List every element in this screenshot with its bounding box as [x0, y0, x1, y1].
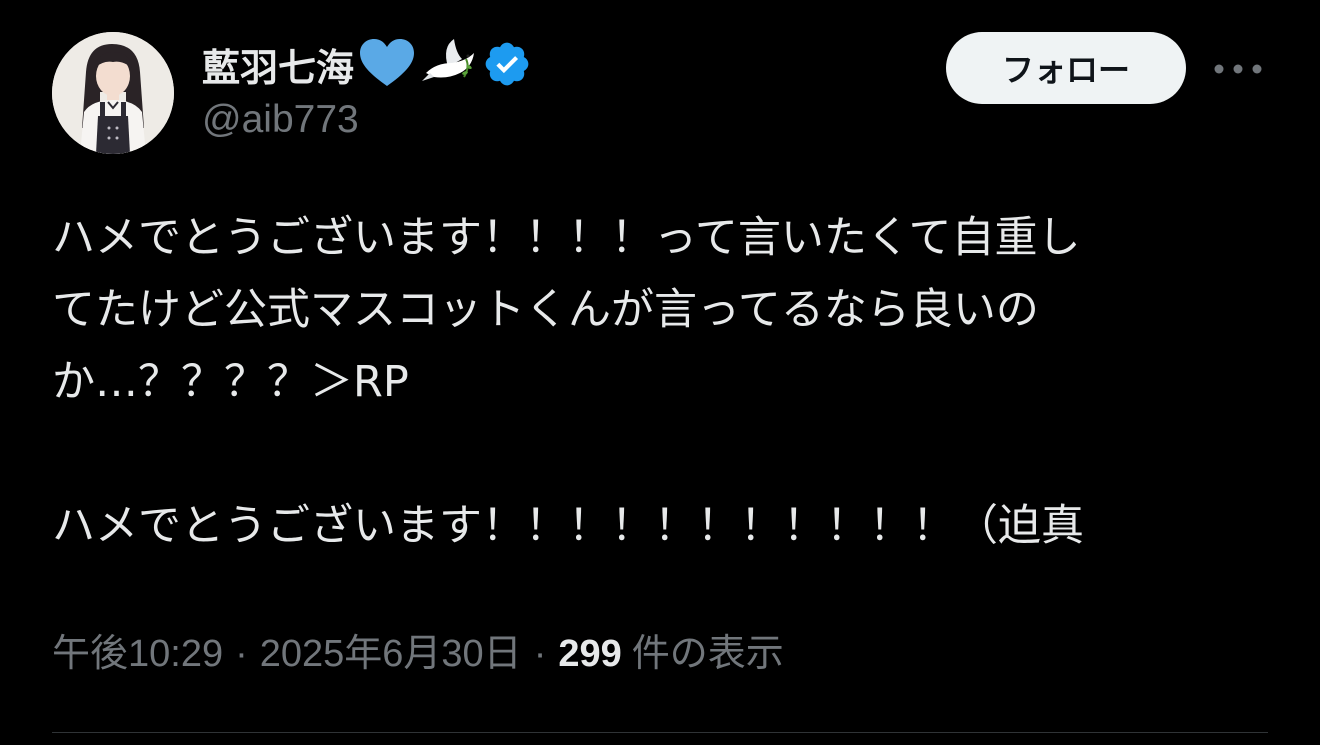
meta-separator: ·: [533, 633, 547, 675]
tweet-date[interactable]: 2025年6月30日: [260, 622, 522, 677]
blue-heart-icon: [358, 38, 416, 90]
more-options-button[interactable]: [1212, 50, 1264, 88]
verified-badge-icon: [482, 39, 532, 89]
follow-button[interactable]: フォロー: [946, 32, 1186, 104]
views-count[interactable]: 299: [558, 633, 621, 676]
avatar[interactable]: [52, 32, 174, 154]
tweet: 藍羽七海 @aib773 フォロー ハメでとうございます！！！！って言いたくて自…: [0, 0, 1320, 745]
meta-separator: ·: [235, 633, 248, 675]
dove-icon: [420, 37, 478, 91]
tweet-meta: 午後10:29 · 2025年6月30日 · 299 件の表示: [52, 622, 784, 677]
display-name[interactable]: 藍羽七海: [202, 37, 354, 92]
avatar-image: [52, 32, 174, 154]
tweet-text-line: ハメでとうございます！！！！って言いたくて自重し: [52, 213, 1081, 263]
name-row: 藍羽七海: [202, 34, 532, 94]
tweet-text-line: てたけど公式マスコットくんが言ってるなら良いの: [52, 285, 1039, 335]
user-handle[interactable]: @aib773: [202, 98, 359, 142]
tweet-text-line: ハメでとうございます！！！！！！！！！！！（迫真: [52, 501, 1084, 551]
tweet-text-line: か…？？？？＞RP: [52, 357, 409, 407]
tweet-time[interactable]: 午後10:29: [52, 622, 223, 677]
tweet-text: ハメでとうございます！！！！って言いたくて自重し てたけど公式マスコットくんが言…: [52, 202, 1252, 562]
divider: [52, 732, 1268, 733]
views-label[interactable]: 件の表示: [632, 622, 784, 677]
ellipsis-icon: [1214, 64, 1262, 74]
